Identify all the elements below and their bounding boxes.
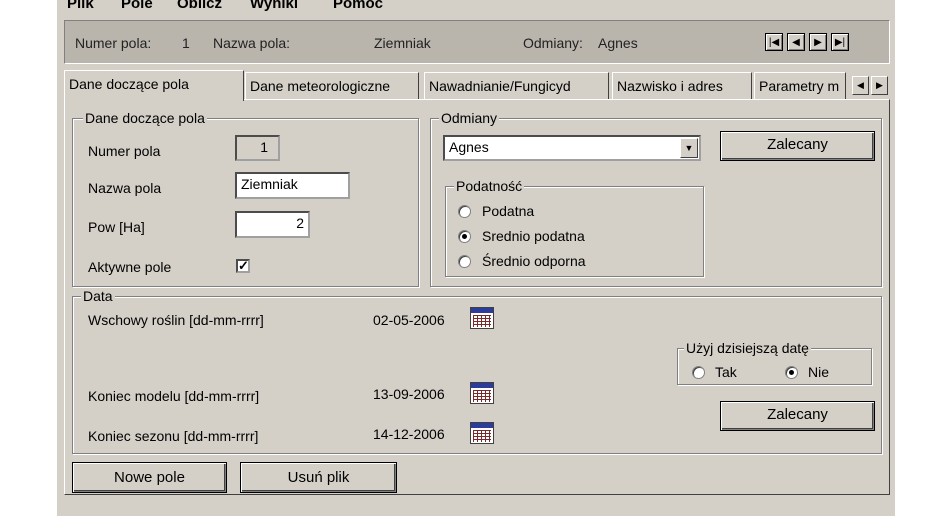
pow-field-label: Pow [Ha] bbox=[88, 219, 145, 235]
group-dzisiejsza-data: Użyj dzisiejszą datę bbox=[677, 340, 872, 385]
next-record-button[interactable]: ▶ bbox=[809, 33, 827, 51]
tab-nawadnianie[interactable]: Nawadnianie/Fungicyd bbox=[424, 72, 609, 99]
radio-podatna-label: Podatna bbox=[482, 203, 535, 219]
odmiany-select[interactable]: Agnes ▼ bbox=[443, 135, 701, 161]
radio-nie[interactable] bbox=[785, 366, 798, 379]
odmiany-select-value: Agnes bbox=[449, 139, 489, 155]
prev-record-icon: ◀ bbox=[792, 36, 800, 48]
arrow-left-icon: ◀ bbox=[857, 80, 864, 90]
group-dzisiejsza-data-legend: Użyj dzisiejszą datę bbox=[684, 340, 811, 356]
menu-oblicz[interactable]: Oblicz bbox=[177, 0, 222, 12]
radio-srednio-odporna[interactable] bbox=[458, 255, 471, 268]
radio-nie-label: Nie bbox=[808, 364, 830, 380]
pow-input[interactable]: 2 bbox=[235, 211, 310, 238]
radio-podatna[interactable] bbox=[458, 205, 471, 218]
usun-plik-button[interactable]: Usuń plik bbox=[240, 462, 397, 493]
koniec-sezonu-value[interactable]: 14-12-2006 bbox=[373, 426, 445, 442]
prev-record-button[interactable]: ◀ bbox=[787, 33, 805, 51]
menu-wyniki[interactable]: Wyniki bbox=[250, 0, 298, 12]
numer-pola-field: 1 bbox=[235, 135, 280, 161]
nazwa-pola-input[interactable]: Ziemniak bbox=[235, 172, 350, 199]
zalecany-odmiany-button[interactable]: Zalecany bbox=[720, 131, 875, 161]
radio-srednio-podatna[interactable] bbox=[458, 230, 471, 243]
menu-pole[interactable]: Pole bbox=[121, 0, 153, 12]
first-record-icon: |◀ bbox=[768, 36, 780, 48]
numer-pola-label: Numer pola: bbox=[75, 35, 152, 51]
wschody-value[interactable]: 02-05-2006 bbox=[373, 312, 445, 328]
group-podatnosc-legend: Podatność bbox=[454, 178, 525, 194]
dropdown-arrow-icon[interactable]: ▼ bbox=[680, 138, 698, 158]
nazwa-pola-value: Ziemniak bbox=[374, 35, 431, 51]
aktywne-pole-checkbox[interactable]: ✓ bbox=[236, 259, 250, 273]
last-record-icon: ▶| bbox=[834, 36, 846, 48]
first-record-button[interactable]: |◀ bbox=[765, 33, 783, 51]
calendar-icon[interactable] bbox=[470, 307, 494, 329]
tab-scroll-right-button[interactable]: ▶ bbox=[871, 76, 888, 95]
zalecany-data-button[interactable]: Zalecany bbox=[720, 401, 875, 431]
menu-plik[interactable]: Plik bbox=[67, 0, 94, 12]
koniec-modelu-label: Koniec modelu [dd-mm-rrrr] bbox=[88, 388, 260, 404]
checkmark-icon: ✓ bbox=[238, 258, 249, 273]
numer-pola-value: 1 bbox=[182, 35, 190, 51]
last-record-button[interactable]: ▶| bbox=[831, 33, 849, 51]
tab-parametry[interactable]: Parametry m bbox=[754, 72, 846, 99]
koniec-sezonu-label: Koniec sezonu [dd-mm-rrrr] bbox=[88, 428, 259, 444]
group-data-legend: Data bbox=[81, 288, 115, 304]
nazwa-pola-label: Nazwa pola: bbox=[213, 35, 291, 51]
calendar-icon[interactable] bbox=[470, 422, 494, 444]
numer-pola-field-label: Numer pola bbox=[88, 143, 161, 159]
radio-tak[interactable] bbox=[692, 366, 705, 379]
field-info-bar: Numer pola: 1 Nazwa pola: Ziemniak Odmia… bbox=[64, 20, 890, 64]
menu-bar: Plik Pole Oblicz Wyniki Pomoc bbox=[57, 0, 895, 14]
next-record-icon: ▶ bbox=[814, 36, 822, 48]
nazwa-pola-field-label: Nazwa pola bbox=[88, 180, 162, 196]
aktywne-pole-label: Aktywne pole bbox=[88, 259, 172, 275]
group-dane-pola-legend: Dane doczące pola bbox=[83, 110, 207, 126]
wschody-label: Wschowy roślin [dd-mm-rrrr] bbox=[88, 312, 264, 328]
nowe-pole-button[interactable]: Nowe pole bbox=[72, 462, 227, 493]
arrow-right-icon: ▶ bbox=[876, 80, 883, 90]
radio-tak-label: Tak bbox=[715, 364, 737, 380]
koniec-modelu-value[interactable]: 13-09-2006 bbox=[373, 386, 445, 402]
odmiany-label: Odmiany: bbox=[523, 35, 583, 51]
tab-dane-doczace[interactable]: Dane doczące pola bbox=[64, 70, 244, 101]
menu-pomoc[interactable]: Pomoc bbox=[333, 0, 383, 12]
odmiany-value: Agnes bbox=[598, 35, 638, 51]
tab-nazwisko-adres[interactable]: Nazwisko i adres bbox=[612, 72, 752, 99]
tab-dane-meteorologiczne[interactable]: Dane meteorologiczne bbox=[245, 72, 419, 99]
radio-srednio-podatna-label: Srednio podatna bbox=[482, 228, 585, 244]
radio-srednio-odporna-label: Średnio odporna bbox=[482, 253, 586, 269]
calendar-icon[interactable] bbox=[470, 382, 494, 404]
tab-scroll-left-button[interactable]: ◀ bbox=[852, 76, 869, 95]
group-odmiany-legend: Odmiany bbox=[439, 110, 500, 126]
